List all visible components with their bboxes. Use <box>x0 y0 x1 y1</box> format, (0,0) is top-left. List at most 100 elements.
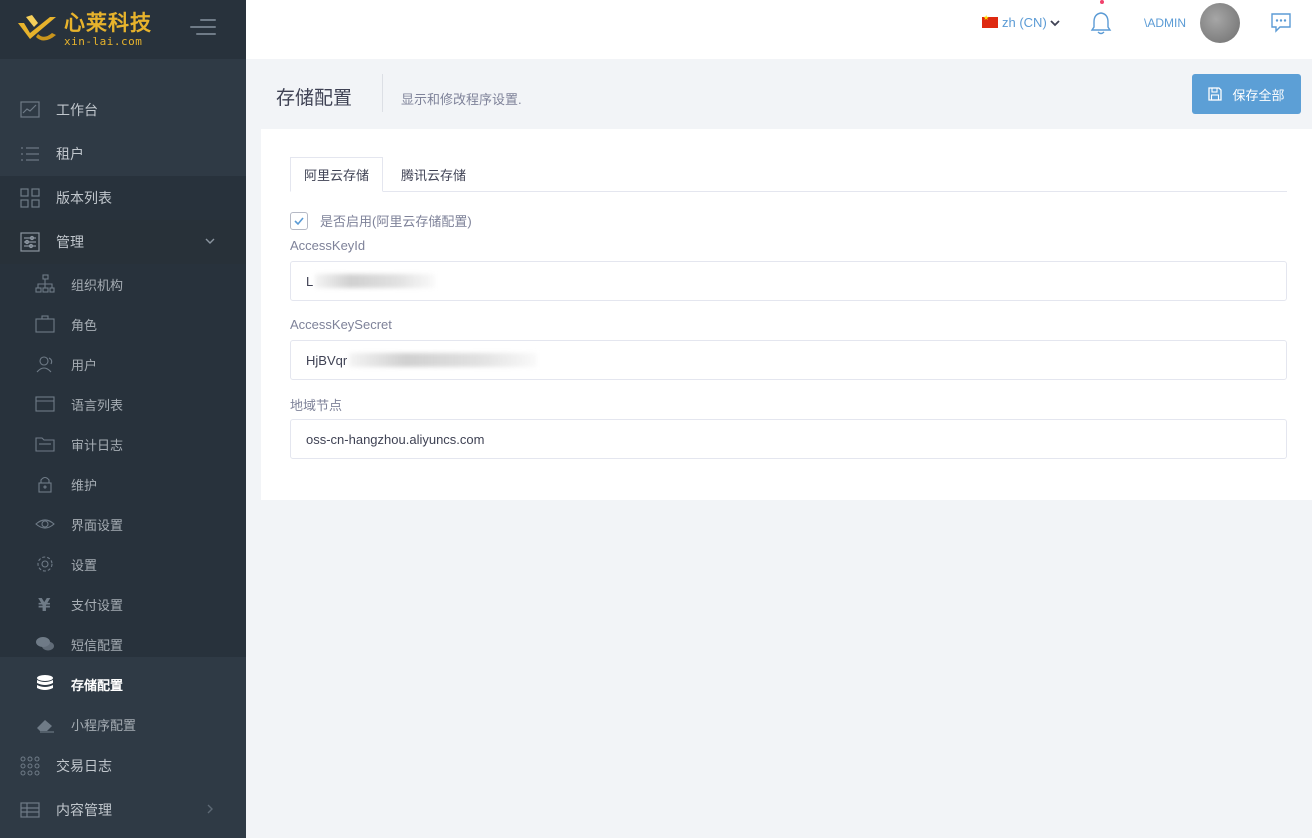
sidebar-subitem-sms[interactable]: 短信配置 <box>0 624 246 664</box>
access-key-id-label: AccessKeyId <box>290 238 366 253</box>
check-icon <box>294 216 304 225</box>
logo-icon <box>16 13 58 47</box>
access-key-secret-label: AccessKeySecret <box>290 317 392 332</box>
list-icon <box>20 144 40 164</box>
access-key-secret-field[interactable]: HjBVqr <box>290 340 1287 380</box>
chevron-down-icon <box>204 234 216 246</box>
users-icon <box>35 354 55 374</box>
sidebar-subitem-maintenance[interactable]: 维护 <box>0 464 246 504</box>
sidebar-item-label: 工作台 <box>56 102 98 118</box>
sidebar-subitem-label: 维护 <box>71 477 98 493</box>
storage-tabs: 阿里云存储 腾讯云存储 <box>290 157 1287 192</box>
chart-line-icon <box>20 100 40 120</box>
sidebar-subitem-label: 存储配置 <box>71 677 124 693</box>
tab-label: 腾讯云存储 <box>400 168 466 183</box>
page-description: 显示和修改程序设置. <box>401 92 522 107</box>
gear-icon <box>35 554 55 574</box>
top-bar: zh (CN) \ADMIN <box>246 0 1312 59</box>
sidebar-subitem-label: 审计日志 <box>71 437 124 453</box>
briefcase-icon <box>35 314 55 334</box>
language-label: zh (CN) <box>1002 15 1047 30</box>
redacted-mask <box>349 353 538 367</box>
enable-aliyun-checkbox[interactable] <box>290 211 308 230</box>
menu-toggle-icon[interactable] <box>190 17 216 37</box>
yen-icon: ¥ <box>35 594 55 616</box>
sidebar-subitem-organization[interactable]: 组织机构 <box>0 264 246 304</box>
tab-label: 阿里云存储 <box>303 168 369 183</box>
sidebar-subitem-label: 小程序配置 <box>71 717 137 733</box>
region-value: oss-cn-hangzhou.aliyuncs.com <box>306 431 485 447</box>
window-icon <box>35 394 55 414</box>
sidebar-subitem-label: 组织机构 <box>71 277 124 293</box>
comments-icon <box>35 634 55 654</box>
sidebar-item-label: 内容管理 <box>56 802 112 818</box>
notification-dot <box>1100 0 1104 4</box>
sidebar-subitem-label: 界面设置 <box>71 517 124 533</box>
sidebar-item-label: 管理 <box>56 234 84 250</box>
user-name[interactable]: \ADMIN <box>1144 16 1186 30</box>
table-icon <box>20 800 40 820</box>
sidebar-subitem-label: 支付设置 <box>71 597 124 613</box>
region-field[interactable]: oss-cn-hangzhou.aliyuncs.com <box>290 419 1287 459</box>
enable-aliyun-row: 是否启用(阿里云存储配置) <box>290 211 472 230</box>
tab-aliyun-storage[interactable]: 阿里云存储 <box>290 157 383 192</box>
chevron-down-icon <box>1050 19 1060 26</box>
access-key-id-value: L <box>306 273 314 289</box>
sidebar-item-label: 版本列表 <box>56 190 112 206</box>
enable-aliyun-label: 是否启用(阿里云存储配置) <box>320 214 472 229</box>
tab-tencent-storage[interactable]: 腾讯云存储 <box>387 157 480 192</box>
redacted-mask <box>315 274 436 288</box>
sidebar-subitem-label: 用户 <box>71 357 98 373</box>
bell-icon[interactable] <box>1090 10 1112 36</box>
sidebar-item-label: 租户 <box>56 146 84 162</box>
chevron-right-icon <box>204 802 216 814</box>
language-selector[interactable]: zh (CN) <box>982 14 1060 30</box>
save-icon <box>1208 87 1223 101</box>
sidebar-item-dashboard[interactable]: 工作台 <box>0 88 246 132</box>
brand-bar: 心莱科技 xin-lai.com <box>0 0 246 59</box>
eraser-icon <box>35 714 55 734</box>
sidebar-subitem-label: 短信配置 <box>71 637 124 653</box>
save-all-label: 保存全部 <box>1232 87 1285 103</box>
china-flag-icon <box>982 14 998 28</box>
folder-icon <box>35 434 55 454</box>
sidebar-subitem-label: 语言列表 <box>71 397 124 413</box>
access-key-id-field[interactable]: L <box>290 261 1287 301</box>
sidebar-subitem-miniprogram[interactable]: 小程序配置 <box>0 704 246 744</box>
sitemap-icon <box>35 274 55 294</box>
sidebar-item-label: 交易日志 <box>56 758 112 774</box>
avatar[interactable] <box>1200 3 1240 43</box>
svg-text:¥: ¥ <box>38 595 51 614</box>
sidebar-subitem-languages[interactable]: 语言列表 <box>0 384 246 424</box>
sidebar-item-tenants[interactable]: 租户 <box>0 132 246 176</box>
sidebar-subitem-settings[interactable]: 设置 <box>0 544 246 584</box>
chat-icon[interactable] <box>1270 12 1292 34</box>
sidebar-subitem-users[interactable]: 用户 <box>0 344 246 384</box>
grid-icon <box>20 188 40 208</box>
sliders-icon <box>20 232 40 252</box>
sidebar-item-content[interactable]: 内容管理 <box>0 788 246 832</box>
lock-icon <box>35 474 55 494</box>
sidebar-subitem-payment[interactable]: ¥ 支付设置 <box>0 584 246 624</box>
eye-icon <box>35 514 55 534</box>
sidebar-subitem-audit-logs[interactable]: 审计日志 <box>0 424 246 464</box>
dots-grid-icon <box>20 756 40 776</box>
sidebar-subitem-ui-settings[interactable]: 界面设置 <box>0 504 246 544</box>
page-title: 存储配置 <box>276 88 353 109</box>
sidebar-item-editions[interactable]: 版本列表 <box>0 176 246 220</box>
sidebar-item-transaction-logs[interactable]: 交易日志 <box>0 744 246 788</box>
sidebar-subitem-label: 设置 <box>71 557 98 573</box>
access-key-secret-value: HjBVqr <box>306 352 348 368</box>
sidebar-subitem-roles[interactable]: 角色 <box>0 304 246 344</box>
title-divider <box>382 74 383 112</box>
sidebar-subitem-storage[interactable]: 存储配置 <box>0 664 246 704</box>
brand-name: 心莱科技 <box>64 10 152 35</box>
sidebar: 心莱科技 xin-lai.com 工作台 租户 版本列表 管理 组织机构 角色 … <box>0 0 246 838</box>
sidebar-subitem-label: 角色 <box>71 317 98 333</box>
settings-card: 阿里云存储 腾讯云存储 是否启用(阿里云存储配置) AccessKeyId L … <box>261 129 1312 500</box>
save-all-button[interactable]: 保存全部 <box>1192 74 1301 114</box>
region-label: 地域节点 <box>290 398 343 413</box>
sidebar-item-administration[interactable]: 管理 <box>0 220 246 264</box>
database-icon <box>35 674 55 694</box>
brand-domain: xin-lai.com <box>64 34 143 48</box>
